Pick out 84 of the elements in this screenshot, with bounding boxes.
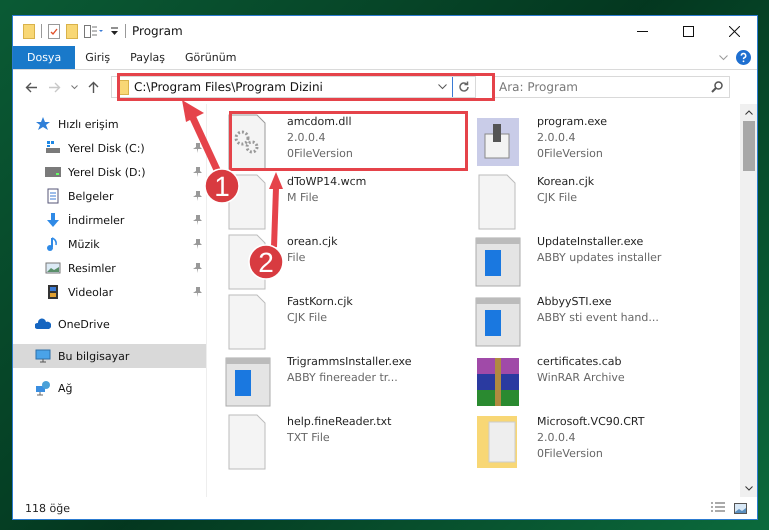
ribbon-tab[interactable]: Dosya: [13, 46, 76, 69]
drive-icon: [45, 140, 61, 156]
file-detail: WinRAR Archive: [537, 370, 625, 386]
scrollbar-thumb[interactable]: [742, 121, 754, 171]
scroll-up-icon[interactable]: [744, 110, 752, 115]
help-icon[interactable]: [736, 50, 751, 65]
file-name: help.fineReader.txt: [287, 414, 392, 430]
file-name: Korean.cjk: [537, 174, 594, 190]
address-path: C:\Program Files\Program Dizini: [134, 80, 324, 94]
file-name: TrigrammsInstaller.exe: [287, 354, 412, 370]
file-detail: ABBY sti event hand...: [537, 310, 659, 326]
pin-icon[interactable]: [193, 263, 202, 273]
sidebar-item[interactable]: OneDrive: [13, 312, 206, 336]
folder-icon[interactable]: [23, 24, 35, 38]
file-name: AbbyySTI.exe: [537, 294, 612, 310]
up-arrow-icon[interactable]: [88, 80, 99, 94]
window-title: Program: [132, 24, 183, 38]
back-arrow-icon[interactable]: [25, 82, 38, 92]
chevron-down-icon[interactable]: [71, 84, 78, 90]
file-detail: 0FileVersion: [537, 446, 604, 462]
film-icon: [45, 284, 61, 300]
minimize-icon: [636, 30, 648, 32]
drive-icon: [45, 164, 61, 180]
sidebar-item[interactable]: İndirmeler: [13, 208, 206, 232]
pin-icon[interactable]: [193, 239, 202, 249]
address-bar[interactable]: C:\Program Files\Program Dizini: [111, 76, 476, 98]
search-icon: [711, 81, 723, 93]
computer-icon: [35, 348, 51, 364]
file-detail: CJK File: [287, 310, 328, 326]
file-detail: ABBY finereader tr...: [287, 370, 399, 386]
file-detail: 2.0.0.4: [537, 130, 576, 146]
file-detail: CJK File: [537, 190, 578, 206]
file-detail: 2.0.0.4: [287, 130, 326, 146]
file-name: Microsoft.VC90.CRT: [537, 414, 644, 430]
sidebar-item[interactable]: Bu bilgisayar: [13, 344, 206, 368]
sidebar-item[interactable]: Belgeler: [13, 184, 206, 208]
checklist-icon[interactable]: [48, 24, 60, 38]
maximize-icon: [682, 26, 694, 36]
step-number-badge: 2: [248, 244, 284, 280]
star-icon: [35, 116, 51, 132]
folder-icon[interactable]: [66, 24, 78, 38]
vertical-scrollbar[interactable]: [740, 104, 757, 497]
refresh-icon[interactable]: [458, 81, 470, 93]
cloud-icon: [35, 316, 51, 332]
close-icon: [728, 26, 740, 36]
file-detail: File: [287, 250, 306, 266]
customize-dropdown-icon[interactable]: [110, 26, 119, 36]
pin-icon[interactable]: [193, 287, 202, 297]
pin-icon[interactable]: [193, 167, 202, 177]
pin-icon[interactable]: [193, 215, 202, 225]
file-name: program.exe: [537, 114, 607, 130]
file-name: UpdateInstaller.exe: [537, 234, 644, 250]
file-name: certificates.cab: [537, 354, 623, 370]
download-arrow-icon: [45, 212, 61, 228]
sidebar-item[interactable]: Yerel Disk (D:): [13, 160, 206, 184]
file-name: amcdom.dll: [287, 114, 353, 130]
chevron-down-icon[interactable]: [438, 84, 447, 90]
file-detail: 0FileVersion: [287, 146, 353, 162]
details-view-icon[interactable]: [710, 502, 726, 514]
item-count: 118 öğe: [25, 502, 70, 514]
properties-icon[interactable]: [84, 24, 104, 38]
document-icon: [45, 188, 61, 204]
large-icons-view-icon[interactable]: [734, 502, 747, 514]
pin-icon[interactable]: [193, 143, 202, 153]
search-field[interactable]: Ara: Program: [492, 76, 730, 98]
file-name: orean.cjk: [287, 234, 338, 250]
step-number-badge: 1: [204, 168, 240, 204]
scroll-down-icon[interactable]: [744, 486, 752, 491]
file-detail: 2.0.0.4: [537, 430, 576, 446]
sidebar-item[interactable]: Yerel Disk (C:): [13, 136, 206, 160]
sidebar-item[interactable]: Ağ: [13, 376, 206, 400]
file-detail: ABBY updates installer: [537, 250, 662, 266]
sidebar-item[interactable]: Müzik: [13, 232, 206, 256]
sidebar-item[interactable]: Hızlı erişim: [13, 112, 206, 136]
network-icon: [35, 380, 51, 396]
sidebar-item[interactable]: Resimler: [13, 256, 206, 280]
file-name: FastKorn.cjk: [287, 294, 353, 310]
pin-icon[interactable]: [193, 191, 202, 201]
file-detail: 0FileVersion: [537, 146, 604, 162]
picture-icon: [45, 260, 61, 276]
sidebar-item[interactable]: Videolar: [13, 280, 206, 304]
file-detail: M File: [287, 190, 320, 206]
file-detail: TXT File: [287, 430, 331, 446]
file-name: dToWP14.wcm: [287, 174, 366, 190]
